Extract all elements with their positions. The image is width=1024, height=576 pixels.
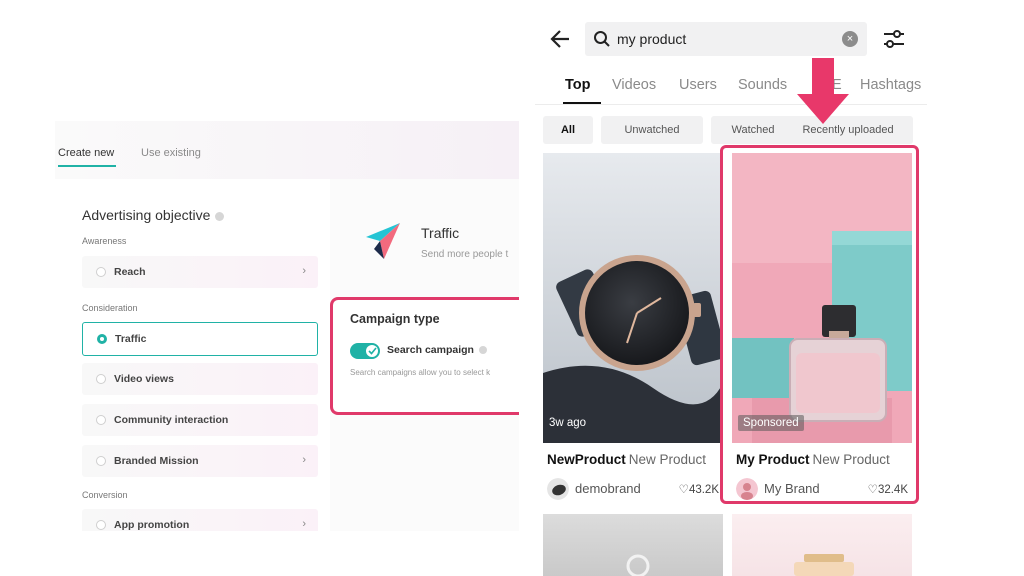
author-name[interactable]: demobrand	[575, 481, 641, 496]
video-thumbnail[interactable]	[543, 153, 723, 443]
info-icon[interactable]	[215, 211, 225, 221]
objective-detail-title: Traffic	[421, 225, 460, 241]
option-label: Branded Mission	[114, 455, 199, 467]
objective-option-reach[interactable]: Reach ›	[82, 256, 318, 288]
chevron-right-icon: ›	[302, 265, 306, 277]
active-tab-underline	[58, 165, 116, 167]
info-icon[interactable]	[478, 346, 487, 355]
objective-option-traffic[interactable]: Traffic	[82, 322, 318, 356]
video-title: NewProduct New Product	[547, 452, 706, 467]
video-title-main: NewProduct	[547, 452, 626, 467]
radio-icon	[96, 520, 106, 530]
chip-all[interactable]: All	[543, 116, 593, 144]
tab-hashtags[interactable]: Hashtags	[860, 77, 921, 93]
group-label-conversion: Conversion	[82, 490, 128, 500]
pointer-arrow-icon	[812, 58, 834, 96]
pointer-arrow-head	[797, 94, 849, 124]
watch-thumbnail-image	[543, 153, 723, 443]
tab-videos[interactable]: Videos	[612, 77, 656, 93]
search-campaign-toggle[interactable]	[350, 343, 380, 359]
video-age-badge: 3w ago	[549, 417, 587, 429]
objective-option-video-views[interactable]: Video views	[82, 363, 318, 395]
avatar[interactable]	[547, 478, 569, 500]
heart-icon: ♡	[678, 484, 689, 496]
campaign-type-title: Campaign type	[350, 312, 440, 326]
like-count-value: 43.2K	[688, 484, 719, 496]
back-arrow-icon[interactable]	[549, 28, 571, 50]
video-author-row: demobrand ♡43.2K	[547, 478, 721, 500]
option-label: App promotion	[114, 519, 190, 531]
objective-option-branded-mission[interactable]: Branded Mission ›	[82, 445, 318, 477]
campaign-type-highlight: Campaign type Search campaign Search cam…	[330, 297, 519, 415]
radio-icon	[96, 267, 106, 277]
option-label: Community interaction	[114, 414, 229, 426]
video-result-card[interactable]: 3w ago NewProduct New Product demobrand ♡…	[543, 153, 723, 503]
video-thumbnail[interactable]	[543, 514, 723, 576]
option-label: Video views	[114, 373, 174, 385]
traffic-arrow-icon	[366, 223, 400, 259]
option-label: Reach	[114, 266, 146, 278]
search-query: my product	[617, 31, 687, 47]
video-thumbnail[interactable]	[732, 514, 912, 576]
perfume-bottle-thumbnail-image	[794, 554, 854, 576]
radio-selected-icon	[97, 334, 107, 344]
ads-manager-panel: Create new Use existing Advertising obje…	[55, 121, 519, 531]
search-campaign-description: Search campaigns allow you to select k	[350, 368, 491, 377]
objective-option-app-promotion[interactable]: App promotion ›	[82, 509, 318, 531]
group-label-consideration: Consideration	[82, 303, 138, 313]
search-campaign-label-text: Search campaign	[387, 344, 474, 356]
search-campaign-label: Search campaign	[387, 344, 487, 356]
search-input[interactable]: my product ×	[585, 22, 867, 56]
like-count: ♡43.2K	[679, 482, 719, 496]
tab-users[interactable]: Users	[679, 77, 717, 93]
objective-detail-column: Traffic Send more people t Campaign type…	[330, 179, 519, 531]
objective-option-community-interaction[interactable]: Community interaction	[82, 404, 318, 436]
option-label: Traffic	[115, 333, 147, 345]
check-icon	[368, 347, 377, 355]
tab-top[interactable]: Top	[565, 77, 591, 93]
campaign-tab-bar: Create new Use existing	[55, 121, 519, 179]
radio-icon	[96, 415, 106, 425]
tab-divider	[535, 104, 927, 105]
objective-detail-subtitle: Send more people t	[421, 249, 509, 260]
objective-heading-text: Advertising objective	[82, 207, 211, 223]
video-title-sub: New Product	[628, 452, 707, 467]
tab-use-existing[interactable]: Use existing	[141, 147, 201, 159]
chevron-right-icon: ›	[302, 454, 306, 466]
objective-heading: Advertising objective	[82, 207, 225, 223]
sponsored-highlight	[720, 145, 919, 504]
chevron-right-icon: ›	[302, 518, 306, 530]
ring-thumbnail-image	[626, 554, 650, 576]
clear-icon[interactable]: ×	[842, 31, 858, 47]
objective-column: Advertising objective Awareness Reach › …	[55, 179, 330, 531]
radio-icon	[96, 456, 106, 466]
tab-create-new[interactable]: Create new	[58, 147, 114, 159]
radio-icon	[96, 374, 106, 384]
tab-sounds[interactable]: Sounds	[738, 77, 787, 93]
tiktok-search-panel: my product × Top Videos Users Sounds E H…	[535, 0, 927, 576]
chip-unwatched[interactable]: Unwatched	[601, 116, 703, 144]
group-label-awareness: Awareness	[82, 236, 127, 246]
search-icon	[594, 31, 610, 47]
filter-sliders-icon[interactable]	[881, 26, 907, 52]
